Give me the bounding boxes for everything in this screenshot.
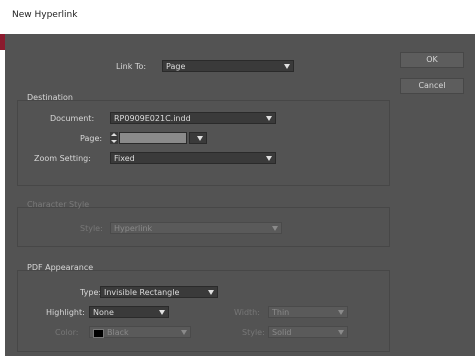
link-to-select[interactable]: Page [162,60,294,72]
document-select[interactable]: RP0909E021C.indd [110,112,276,124]
ok-button[interactable]: OK [400,52,464,68]
character-style-select[interactable]: Hyperlink [110,222,282,234]
highlight-select[interactable]: None [89,306,169,318]
document-value: RP0909E021C.indd [114,114,191,123]
zoom-setting-select[interactable]: Fixed [110,152,276,164]
border-style-value: Solid [272,328,292,337]
zoom-setting-value: Fixed [114,154,135,163]
chevron-down-icon [159,310,165,315]
new-hyperlink-dialog: Link To: Page Destination Document: RP09… [5,34,475,356]
character-style-title: Character Style [27,200,90,209]
page-input[interactable] [119,132,187,144]
color-swatch [93,329,104,338]
chevron-down-icon [284,64,290,69]
page-dropdown[interactable] [189,132,207,144]
document-label: Document: [50,114,95,123]
border-style-select[interactable]: Solid [268,326,348,338]
chevron-down-icon [208,290,214,295]
width-select[interactable]: Thin [268,306,348,318]
color-label: Color: [55,328,79,337]
link-to-label: Link To: [116,62,147,71]
chevron-down-icon [272,226,278,231]
link-to-value: Page [166,62,186,71]
type-label: Type: [80,288,102,297]
border-style-label: Style: [242,328,265,337]
window-title: New Hyperlink [12,10,78,20]
type-select[interactable]: Invisible Rectangle [100,286,218,298]
chevron-down-icon [338,310,344,315]
highlight-label: Highlight: [46,308,85,317]
chevron-down-icon [266,156,272,161]
type-value: Invisible Rectangle [104,288,180,297]
character-style-value: Hyperlink [114,224,153,233]
page-stepper-icon[interactable] [110,132,118,144]
chevron-down-icon [181,330,187,335]
page-label: Page: [80,134,103,143]
title-bar: New Hyperlink [0,0,475,35]
color-value: Black [107,328,129,337]
chevron-down-icon [266,116,272,121]
width-label: Width: [234,308,260,317]
destination-title: Destination [27,93,73,102]
pdf-appearance-title: PDF Appearance [27,263,94,272]
highlight-value: None [93,308,114,317]
cancel-button[interactable]: Cancel [400,78,464,94]
chevron-down-icon [197,136,203,141]
character-style-label: Style: [80,224,103,233]
chevron-down-icon [338,330,344,335]
width-value: Thin [272,308,290,317]
color-select[interactable]: Black [89,326,191,338]
zoom-setting-label: Zoom Setting: [34,154,91,163]
